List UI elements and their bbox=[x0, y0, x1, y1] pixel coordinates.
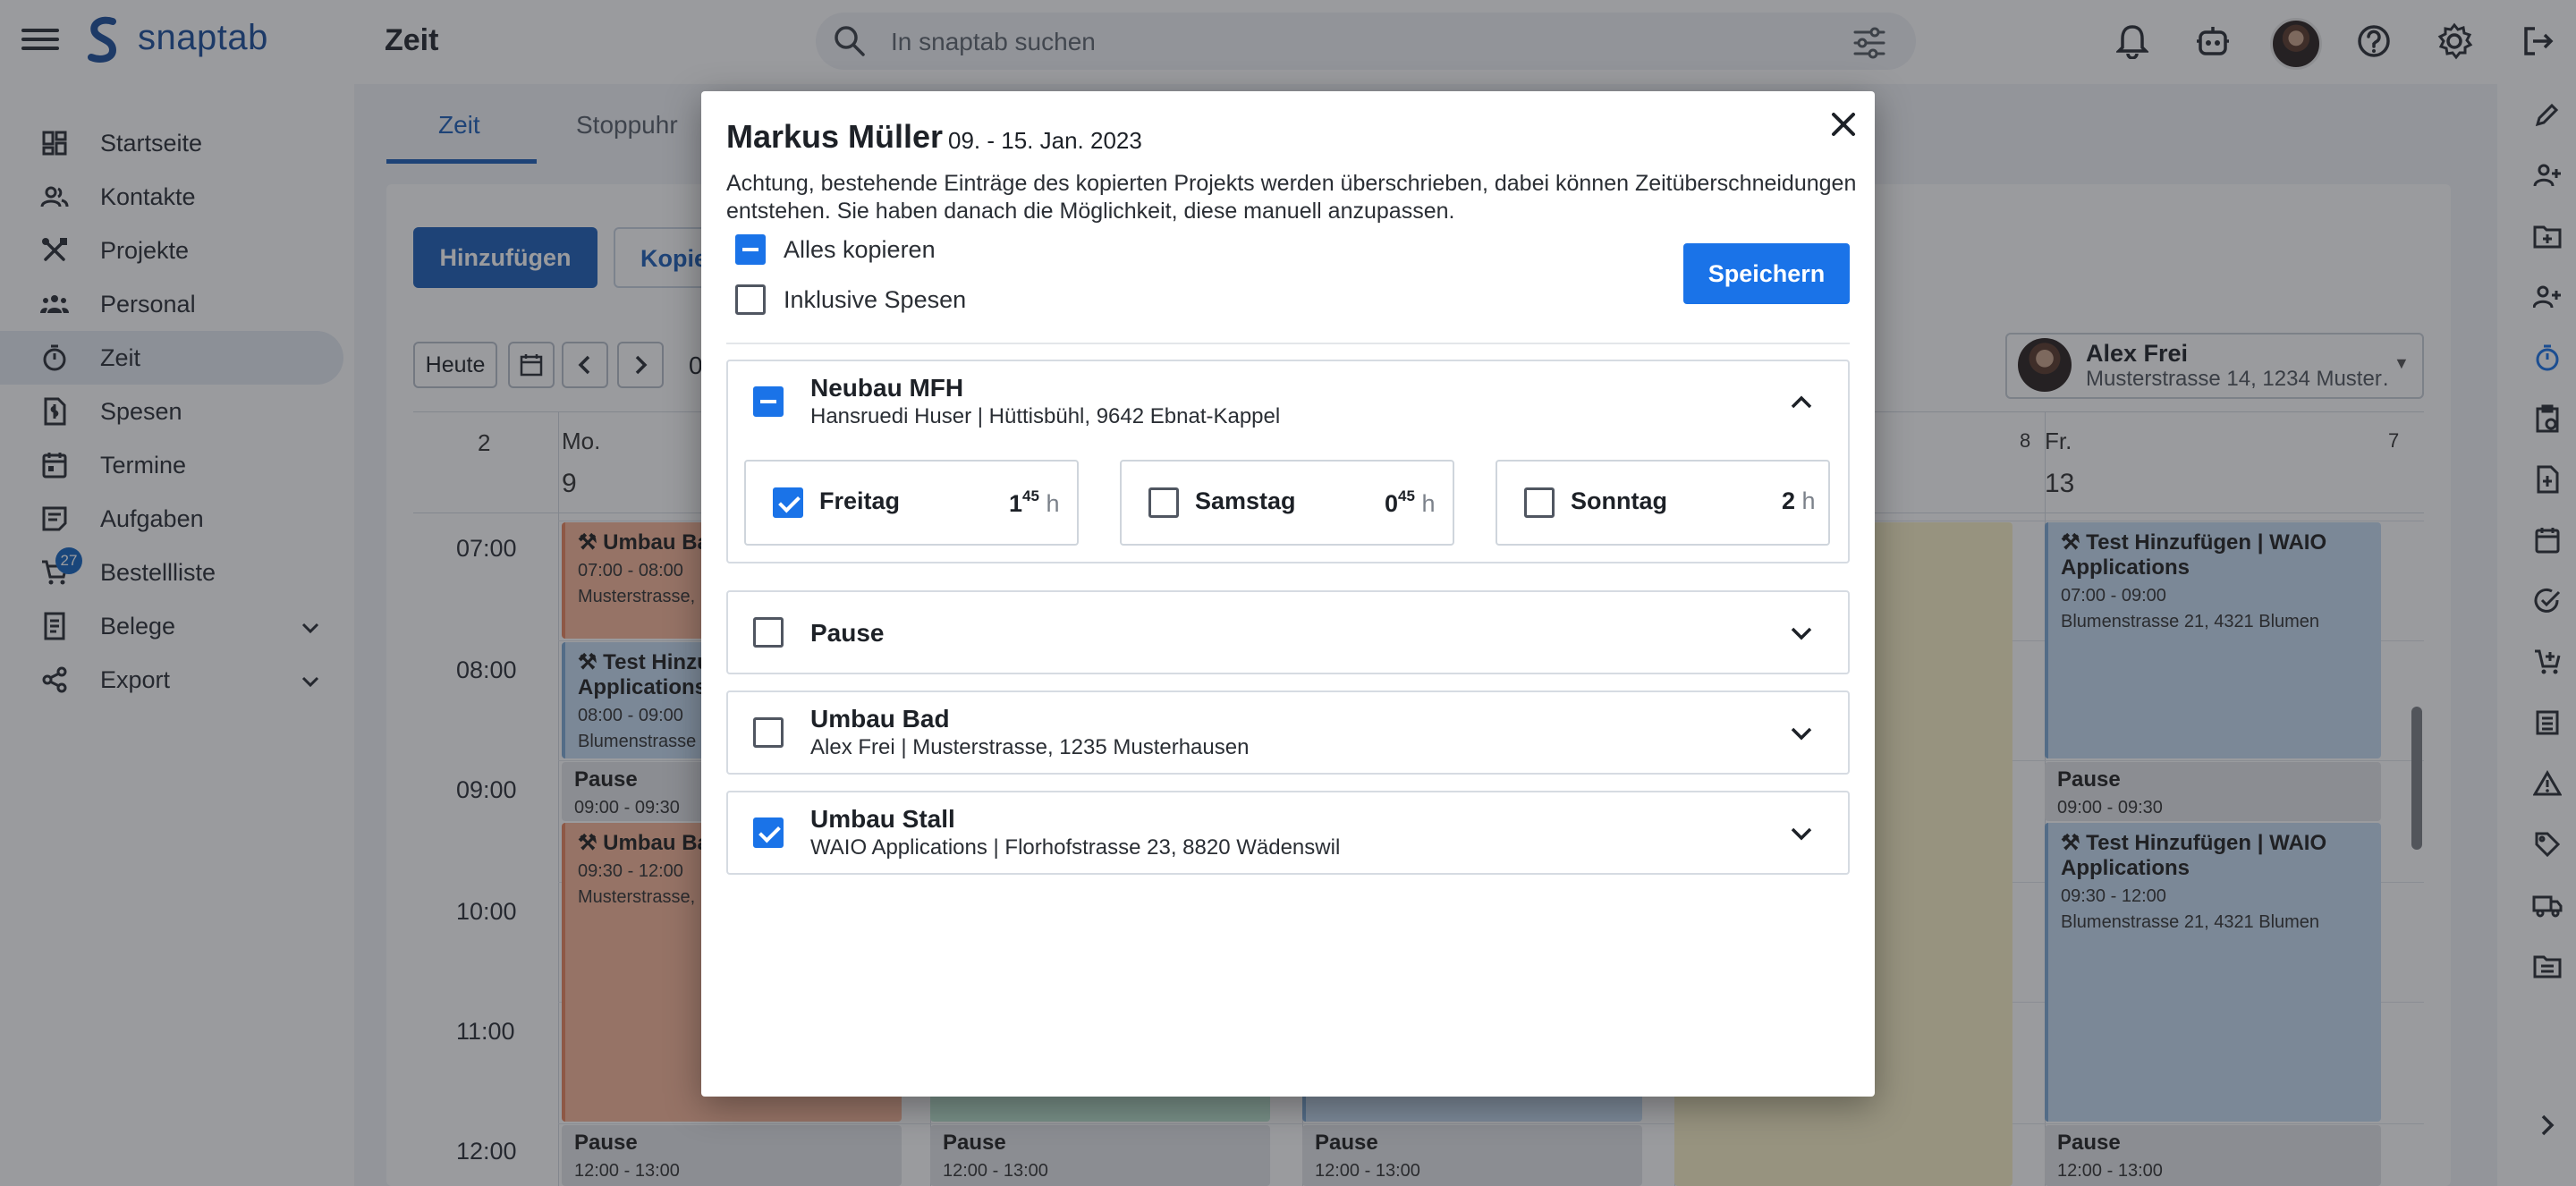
project-checkbox[interactable] bbox=[753, 717, 784, 748]
chevron-down-icon[interactable] bbox=[1789, 621, 1814, 646]
project-title: Umbau Bad bbox=[810, 705, 950, 733]
dialog-date-range: 09. - 15. Jan. 2023 bbox=[948, 127, 1142, 154]
chevron-down-icon[interactable] bbox=[1789, 721, 1814, 746]
project-subtitle: Alex Frei | Musterstrasse, 1235 Musterha… bbox=[810, 735, 1250, 759]
project-panel-pause[interactable] bbox=[726, 590, 1850, 674]
overwrite-warning-text: Achtung, bestehende Einträge des kopiert… bbox=[726, 171, 1857, 224]
dialog-title: Markus Müller bbox=[726, 118, 944, 155]
project-title: Neubau MFH bbox=[810, 374, 964, 402]
include-expenses-label: Inklusive Spesen bbox=[784, 286, 967, 313]
day-name: Freitag bbox=[819, 487, 901, 514]
divider bbox=[726, 343, 1850, 344]
day-name: Sonntag bbox=[1571, 487, 1667, 514]
copy-all-label: Alles kopieren bbox=[784, 236, 936, 263]
chevron-down-icon[interactable] bbox=[1789, 821, 1814, 846]
chevron-up-icon[interactable] bbox=[1789, 390, 1814, 415]
day-checkbox-sonntag[interactable] bbox=[1524, 487, 1555, 518]
include-expenses-checkbox[interactable] bbox=[735, 284, 766, 315]
project-checkbox[interactable] bbox=[753, 817, 784, 848]
day-checkbox-freitag[interactable] bbox=[773, 487, 803, 518]
project-checkbox[interactable] bbox=[753, 386, 784, 417]
project-title: Umbau Stall bbox=[810, 805, 955, 833]
project-subtitle: WAIO Applications | Florhofstrasse 23, 8… bbox=[810, 835, 1341, 860]
project-title: Pause bbox=[810, 619, 885, 647]
project-subtitle: Hansruedi Huser | Hüttisbühl, 9642 Ebnat… bbox=[810, 404, 1281, 428]
day-checkbox-samstag[interactable] bbox=[1148, 487, 1179, 518]
project-checkbox[interactable] bbox=[753, 617, 784, 648]
day-hours: 2 h bbox=[1782, 487, 1816, 514]
save-button[interactable]: Speichern bbox=[1683, 243, 1850, 304]
day-hours: 045 h bbox=[1385, 487, 1436, 517]
day-hours: 145 h bbox=[1009, 487, 1060, 517]
close-icon[interactable] bbox=[1825, 106, 1862, 143]
copy-all-checkbox[interactable] bbox=[735, 234, 766, 265]
day-name: Samstag bbox=[1195, 487, 1296, 514]
